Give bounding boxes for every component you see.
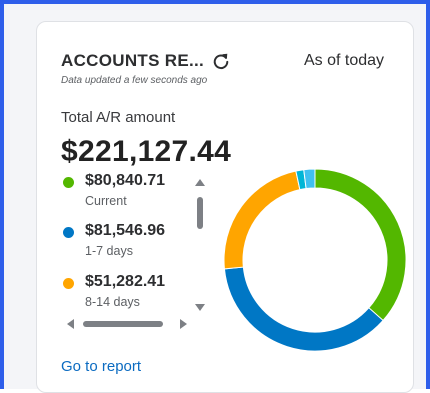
scroll-down-icon[interactable] [195,304,205,311]
refresh-icon[interactable] [212,52,230,70]
legend-dot-1-7-days [63,227,74,238]
legend-dot-current [63,177,74,188]
widget-title: ACCOUNTS RE... [61,51,230,71]
donut-slice-1-7-days[interactable] [224,266,384,351]
scroll-left-icon[interactable] [67,319,74,329]
donut-slice-other-2[interactable] [303,169,316,190]
go-to-report-link[interactable]: Go to report [61,358,141,375]
total-ar-amount: $221,127.44 [61,135,232,168]
legend-amount: $80,840.71 [85,172,166,189]
ar-donut-chart [224,169,406,351]
legend-list: $80,840.71 Current $81,546.96 1-7 days $… [61,172,211,322]
horizontal-scroll-thumb[interactable] [83,321,163,327]
donut-slice-current[interactable] [314,169,406,322]
data-updated-note: Data updated a few seconds ago [61,75,208,86]
accounts-receivable-widget: ACCOUNTS RE... As of today Data updated … [36,21,414,393]
legend-horizontal-scrollbar[interactable] [65,318,190,330]
scroll-up-icon[interactable] [195,179,205,186]
legend-dot-8-14-days [63,278,74,289]
legend-vertical-scrollbar[interactable] [194,177,206,311]
legend-amount: $51,282.41 [85,273,166,290]
legend-label: Current [85,194,127,208]
total-ar-label: Total A/R amount [61,109,176,126]
donut-slice-8-14-days[interactable] [224,170,301,270]
scroll-right-icon[interactable] [180,319,187,329]
as-of-label: As of today [304,52,385,69]
legend-label: 1-7 days [85,244,133,258]
legend-label: 8-14 days [85,295,140,309]
vertical-scroll-thumb[interactable] [197,197,203,229]
widget-title-text: ACCOUNTS RE... [61,51,205,70]
legend-amount: $81,546.96 [85,222,166,239]
